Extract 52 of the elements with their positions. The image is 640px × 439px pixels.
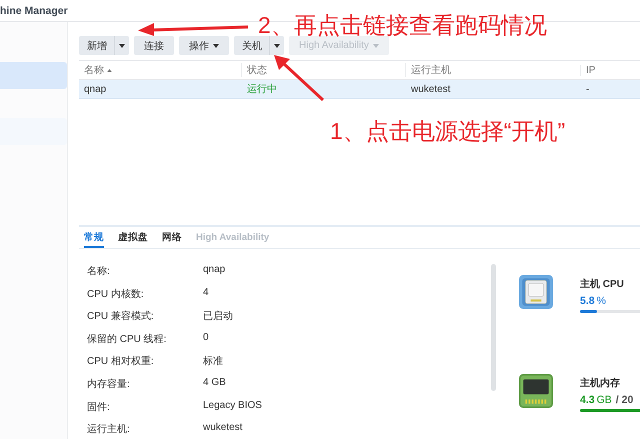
field-label: 内存容量: xyxy=(87,378,131,391)
annotation-text: 2、再点击链接查看跑码情况 xyxy=(258,14,547,37)
field-value: 4 GB xyxy=(203,376,226,388)
field-label: CPU 相对权重: xyxy=(87,354,155,368)
total-value: / 20 xyxy=(616,394,634,406)
field-label: 名称: xyxy=(87,265,111,278)
caret-icon xyxy=(274,44,280,48)
field-value: 已启动 xyxy=(203,310,233,324)
toolbar-button[interactable]: 关机 xyxy=(234,36,269,55)
field-value: Legacy BIOS xyxy=(203,400,262,411)
menu-button[interactable]: 操作 xyxy=(179,36,229,55)
field-value: wuketest xyxy=(203,422,242,434)
field-value: 0 xyxy=(203,332,209,343)
table-cell-text: qnap xyxy=(83,84,108,94)
usage-value: 4.3 xyxy=(580,394,595,406)
arrow xyxy=(274,55,324,101)
tab[interactable]: 常规 xyxy=(84,227,104,248)
field-label: 保留的 CPU 线程: xyxy=(87,332,168,346)
dropdown-button[interactable] xyxy=(269,36,284,55)
tab[interactable]: 网络 xyxy=(162,227,182,248)
tab[interactable]: 虚拟盘 xyxy=(118,227,148,248)
field-label: CPU 兼容模式: xyxy=(87,310,155,324)
annotation-text: 1、点击电源选择“开机” xyxy=(330,118,566,146)
resource-title: 主机 CPU xyxy=(580,277,625,291)
table-row[interactable]: qnap 运行中 wuketest - xyxy=(79,80,640,99)
field-label: 固件: xyxy=(87,400,111,414)
column-header[interactable]: IP xyxy=(580,64,640,76)
table-cell-text: - xyxy=(585,84,590,94)
caret-icon xyxy=(213,44,219,48)
field-label: CPU 内核数: xyxy=(87,288,145,301)
toolbar-button[interactable]: 新增 xyxy=(79,36,114,55)
column-header[interactable]: 运行主机 xyxy=(405,63,580,77)
cpu-icon xyxy=(519,275,553,309)
scrollbar[interactable] xyxy=(491,264,496,391)
table-cell-text: wuketest xyxy=(410,84,452,94)
memory-chip-icon xyxy=(519,374,553,408)
usage-unit: GB xyxy=(596,394,612,406)
status-text: 运行中 xyxy=(246,82,278,96)
window-title: hine Manager xyxy=(0,4,68,16)
usage-unit: % xyxy=(596,295,606,307)
field-value: 4 xyxy=(203,286,209,298)
sidebar-item[interactable] xyxy=(0,62,67,89)
resource-title: 主机内存 xyxy=(580,376,621,390)
caret-icon xyxy=(119,44,125,48)
dropdown-button[interactable] xyxy=(114,36,129,55)
column-header[interactable]: 名称 xyxy=(79,63,241,77)
caret-icon xyxy=(372,44,379,48)
field-value: 标准 xyxy=(203,354,223,368)
field-label: 运行主机: xyxy=(87,422,131,436)
field-value: qnap xyxy=(203,264,226,275)
usage-value: 5.8 xyxy=(580,295,595,307)
toolbar-button[interactable]: 连接 xyxy=(134,36,174,55)
